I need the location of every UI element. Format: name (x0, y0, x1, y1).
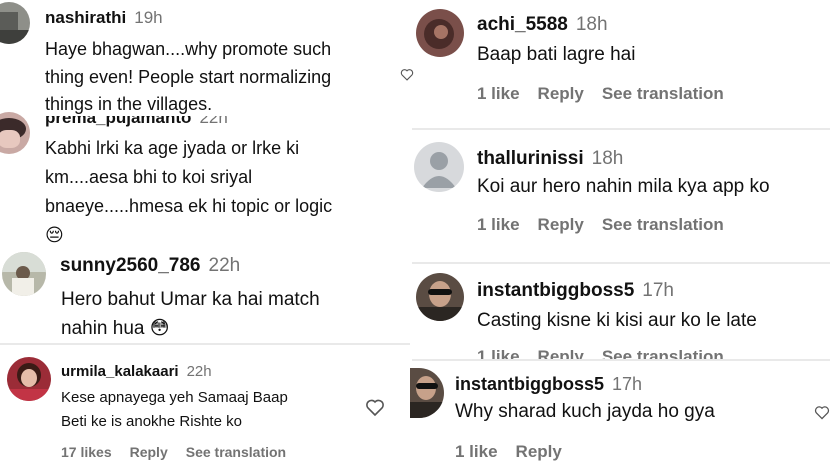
likes-count[interactable]: 1 like (477, 215, 520, 234)
avatar[interactable] (2, 252, 46, 296)
comment-username[interactable]: urmila_kalakaari 22h (61, 363, 212, 380)
comment-text: Kabhi lrki ka age jyada or lrke ki km...… (45, 138, 333, 245)
comment-actions: 1 like Reply See translation (477, 347, 742, 359)
avatar[interactable] (414, 142, 464, 192)
reply-button[interactable]: Reply (516, 442, 562, 461)
avatar[interactable] (0, 112, 30, 154)
comment-actions: 1 like Reply See translation (477, 84, 742, 104)
comment-username[interactable]: instantbiggboss5 17h (477, 280, 674, 302)
comment-actions: 1 like Reply See translation (477, 215, 742, 235)
comment-timestamp: 17h (642, 280, 674, 301)
comment-text: Baap bati lagre hai (477, 44, 636, 65)
avatar[interactable] (416, 273, 464, 321)
comment-timestamp: 18h (575, 14, 608, 35)
avatar[interactable] (416, 9, 464, 57)
comment-text: Hero bahut Umar ka hai match nahin hua 😳 (61, 289, 320, 339)
divider (412, 128, 830, 130)
comment-timestamp: 17h (612, 374, 643, 394)
heart-icon[interactable] (400, 65, 414, 85)
avatar[interactable] (410, 368, 444, 418)
reply-button[interactable]: Reply (538, 215, 584, 234)
comment-text: Why sharad kuch jayda ho gya (455, 401, 715, 422)
likes-count[interactable]: 1 like (477, 347, 520, 359)
comment-username[interactable]: sunny2560_786 22h (60, 255, 240, 277)
comment-username[interactable]: achi_5588 18h (477, 14, 608, 36)
heart-icon[interactable] (814, 403, 830, 423)
comment-timestamp: 18h (591, 148, 624, 169)
comment-timestamp: 19h (134, 8, 163, 27)
likes-count[interactable]: 1 like (477, 84, 520, 103)
comment-timestamp: 22h (186, 363, 212, 380)
comment-text: Haye bhagwan....why promote such thing e… (45, 39, 332, 114)
comment-text: Casting kisne ki kisi aur ko le late (477, 310, 757, 331)
reply-button[interactable]: Reply (130, 444, 168, 460)
heart-icon[interactable] (364, 398, 386, 418)
comment-text: Koi aur hero nahin mila kya app ko (477, 176, 770, 197)
likes-count[interactable]: 1 like (455, 442, 498, 461)
comment-actions: 17 likes Reply See translation (61, 444, 304, 460)
see-translation-link[interactable]: See translation (602, 347, 724, 359)
divider (412, 359, 830, 361)
avatar[interactable] (7, 357, 51, 401)
comment-username[interactable]: nashirathi 19h (45, 8, 163, 28)
likes-count[interactable]: 17 likes (61, 444, 112, 460)
default-avatar-icon (422, 152, 456, 188)
see-translation-link[interactable]: See translation (602, 84, 724, 103)
reply-button[interactable]: Reply (538, 347, 584, 359)
comment-username[interactable]: thallurinissi 18h (477, 148, 623, 170)
avatar[interactable] (0, 2, 30, 44)
comment-username[interactable]: instantbiggboss5 17h (455, 374, 642, 395)
comment-timestamp: 22h (208, 255, 241, 276)
divider (0, 343, 410, 345)
see-translation-link[interactable]: See translation (186, 444, 286, 460)
comment-text: Kese apnayega yeh Samaaj Baap Beti ke is… (61, 389, 288, 430)
comment-actions: 1 like Reply (455, 442, 580, 462)
see-translation-link[interactable]: See translation (602, 215, 724, 234)
divider (412, 262, 830, 264)
reply-button[interactable]: Reply (538, 84, 584, 103)
